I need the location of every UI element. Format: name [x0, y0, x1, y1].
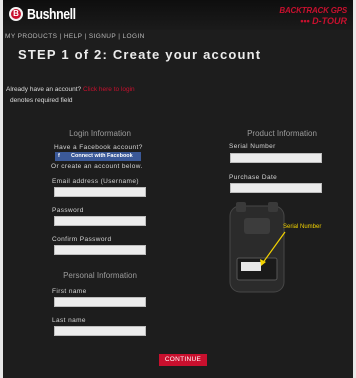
device-clip-right [268, 202, 278, 212]
already-account-text: Already have an account? [6, 86, 82, 93]
login-info-heading: Login Information [69, 129, 131, 138]
already-account-line: Already have an account? Click here to l… [6, 86, 135, 93]
nav-help[interactable]: HELP [64, 33, 82, 40]
nav-login[interactable]: LOGIN [123, 33, 145, 40]
first-name-field[interactable] [54, 297, 146, 307]
connect-facebook-label: Connect with Facebook [71, 153, 133, 159]
bushnell-logo-icon[interactable]: B [9, 7, 23, 21]
connect-facebook-button[interactable]: f Connect with Facebook [55, 152, 141, 161]
password-label: Password [52, 207, 84, 214]
create-account-text: Or create an account below. [51, 163, 143, 170]
serial-number-label: Serial Number [229, 143, 276, 150]
first-name-label: First name [52, 288, 87, 295]
backtrack-logo-line2: ••• D-TOUR [300, 16, 347, 26]
facebook-icon: f [58, 153, 60, 159]
serial-number-callout: Serial Number [283, 224, 322, 230]
continue-button[interactable]: CONTINUE [159, 354, 207, 366]
serial-number-field[interactable] [230, 153, 322, 163]
page-title: STEP 1 of 2: Create your account [18, 47, 262, 62]
device-plate [244, 218, 270, 234]
confirm-password-field[interactable] [54, 245, 146, 255]
purchase-date-field[interactable] [230, 183, 322, 193]
device-clip-left [236, 202, 246, 212]
personal-info-heading: Personal Information [63, 271, 137, 280]
bushnell-logo-text[interactable]: Bushnell [27, 6, 76, 23]
device-serial-image [229, 202, 286, 293]
nav-my-products[interactable]: MY PRODUCTS [5, 33, 57, 40]
top-nav: MY PRODUCTS | HELP | SIGNUP | LOGIN [5, 33, 145, 40]
required-note: denotes required field [10, 97, 73, 104]
purchase-date-label: Purchase Date [229, 174, 278, 181]
backtrack-logo: BACKTRACK GPS ••• D-TOUR [279, 6, 347, 26]
nav-signup[interactable]: SIGNUP [89, 33, 116, 40]
header-bar: B Bushnell BACKTRACK GPS ••• D-TOUR [3, 0, 353, 30]
last-name-field[interactable] [54, 326, 146, 336]
email-field[interactable] [54, 187, 146, 197]
backtrack-logo-line1: BACKTRACK GPS [279, 6, 347, 15]
serial-sticker [241, 262, 261, 271]
product-info-heading: Product Information [247, 129, 317, 138]
last-name-label: Last name [52, 317, 86, 324]
email-label: Email address (Username) [52, 178, 139, 185]
password-field[interactable] [54, 216, 146, 226]
facebook-question: Have a Facebook account? [54, 144, 143, 151]
confirm-password-label: Confirm Password [52, 236, 112, 243]
login-link[interactable]: Click here to login [83, 86, 135, 93]
